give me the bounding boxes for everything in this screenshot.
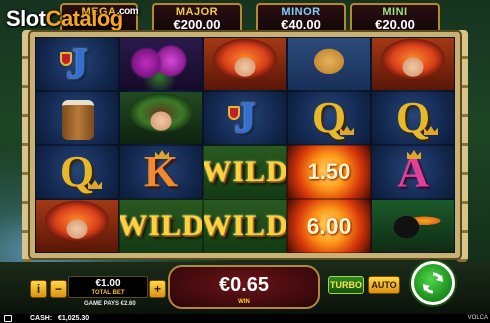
jackpot-major: MAJOR €200.00 <box>152 3 242 33</box>
jackpot-major-value: €200.00 <box>173 17 221 32</box>
fire-woman-icon <box>36 200 118 252</box>
jaguar-icon <box>288 38 370 90</box>
symbol-woman <box>203 37 287 91</box>
symbol-wild: WILD <box>203 145 287 199</box>
jungle-woman-icon <box>120 92 202 144</box>
turbo-button[interactable]: TURBO <box>328 276 364 294</box>
bet-decrease-button[interactable]: − <box>50 280 67 298</box>
symbol-q: Q <box>287 91 371 145</box>
cash-label: CASH: <box>30 315 53 322</box>
jackpot-mini: MINI €20.00 <box>350 3 440 33</box>
spin-button[interactable] <box>411 261 455 305</box>
jackpot-minor-value: €40.00 <box>281 17 321 32</box>
refresh-arrows-icon <box>423 272 443 294</box>
watermark-part-b: Catalog <box>45 6 124 31</box>
jackpot-minor: MINOR €40.00 <box>256 3 346 33</box>
symbol-j: J <box>203 91 287 145</box>
symbol-woman <box>35 199 119 253</box>
watermark-part-a: Slot <box>6 6 46 31</box>
symbol-orchid <box>119 37 203 91</box>
win-label: WIN <box>238 299 250 305</box>
autoplay-button[interactable]: AUTO <box>368 276 400 294</box>
symbol-jaguar <box>287 37 371 91</box>
symbol-q: Q <box>371 91 455 145</box>
shield-icon <box>228 106 240 120</box>
symbol-fireball: 1.50 <box>287 145 371 199</box>
cash-value: €1,025.30 <box>58 315 90 322</box>
menu-icon[interactable] <box>4 315 12 322</box>
wild-label: WILD <box>119 209 203 242</box>
watermark-com: .com <box>116 6 139 17</box>
symbol-toucan <box>371 199 455 253</box>
symbol-a: A <box>371 145 455 199</box>
fire-woman-icon <box>204 38 286 90</box>
total-bet-value: €1.00 <box>95 278 121 289</box>
status-bar: CASH: €1,025.30 VOLCA <box>0 314 490 323</box>
brand-text: VOLCA <box>467 315 488 321</box>
fireball-value: 1.50 <box>307 159 351 184</box>
symbol-wild: WILD <box>119 199 203 253</box>
bet-increase-button[interactable]: + <box>149 280 166 298</box>
symbol-drum <box>35 91 119 145</box>
wild-label: WILD <box>203 155 287 188</box>
wild-label: WILD <box>203 209 287 242</box>
jackpot-mini-value: €20.00 <box>375 17 415 32</box>
fire-woman-icon <box>372 38 454 90</box>
info-button[interactable]: i <box>30 280 47 298</box>
shield-icon <box>60 52 72 66</box>
reel-grid: J J Q Q Q K WILD 1.50 A WILD WILD 6.00 <box>35 37 455 253</box>
symbol-fireball: 6.00 <box>287 199 371 253</box>
total-bet-label: TOTAL BET <box>91 290 125 296</box>
fireball-value: 6.00 <box>306 212 352 239</box>
drum-icon <box>62 100 94 140</box>
win-display: €0.65 WIN <box>168 265 320 309</box>
toucan-icon <box>372 200 454 252</box>
symbol-woman <box>371 37 455 91</box>
symbol-k: K <box>119 145 203 199</box>
orchid-icon <box>120 38 202 90</box>
symbol-wild: WILD <box>203 199 287 253</box>
symbol-woman-green <box>119 91 203 145</box>
symbol-j: J <box>35 37 119 91</box>
total-bet-display: €1.00 TOTAL BET <box>68 276 148 298</box>
symbol-q: Q <box>35 145 119 199</box>
game-pays-text: GAME PAYS €2.60 <box>84 301 136 307</box>
win-value: €0.65 <box>218 274 270 296</box>
watermark: SlotCatalog.com <box>6 6 139 32</box>
